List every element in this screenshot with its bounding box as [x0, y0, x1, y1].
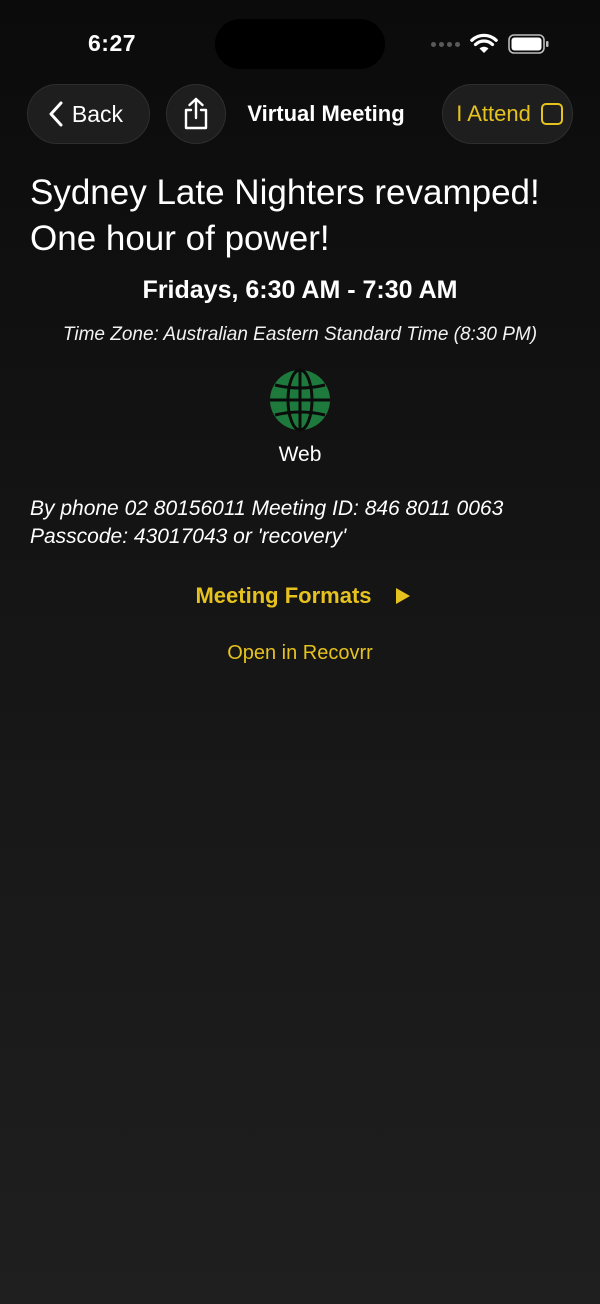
attend-label: I Attend: [456, 101, 531, 126]
meeting-title: Sydney Late Nighters revamped! One hour …: [30, 173, 540, 258]
attend-toggle-button[interactable]: I Attend: [442, 84, 573, 144]
meeting-formats-toggle[interactable]: Meeting Formats: [0, 583, 600, 609]
status-bar: 6:27: [0, 0, 600, 86]
nav-title: Virtual Meeting: [247, 101, 405, 126]
attend-checkbox[interactable]: [540, 103, 563, 125]
open-in-recovrr-link[interactable]: Open in Recovrr: [0, 642, 600, 665]
share-button[interactable]: [166, 84, 226, 144]
venue-web-label: Web: [278, 443, 322, 466]
back-button-label: Back: [71, 100, 124, 127]
wifi-icon: [470, 33, 498, 53]
dynamic-island: [215, 19, 385, 69]
play-icon: [395, 588, 410, 604]
share-icon: [184, 97, 208, 130]
navigation-bar: Back Virtual Meeting I Attend: [0, 84, 600, 146]
status-icons: [431, 33, 550, 55]
globe-icon: [270, 368, 330, 432]
meeting-formats-label: Meeting Formats: [195, 583, 372, 608]
meeting-schedule: Fridays, 6:30 AM - 7:30 AM: [142, 276, 458, 304]
venue-web[interactable]: Web: [250, 368, 350, 467]
battery-icon: [508, 34, 549, 54]
cellular-signal-icon: [431, 41, 460, 47]
status-time: 6:27: [88, 30, 137, 56]
back-button[interactable]: Back: [27, 84, 150, 144]
meeting-timezone: Time Zone: Australian Eastern Standard T…: [62, 324, 538, 345]
phone-dial-info: By phone 02 80156011 Meeting ID: 846 801…: [30, 497, 504, 548]
chevron-left-icon: [49, 101, 63, 127]
